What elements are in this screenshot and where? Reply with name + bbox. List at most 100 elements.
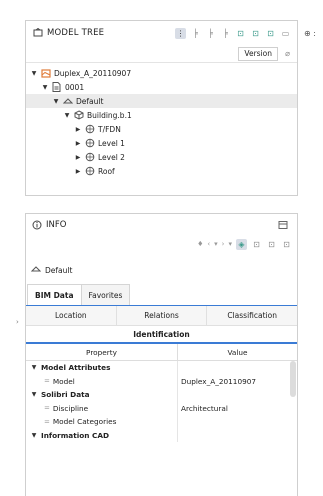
lock-closed-icon[interactable]: ⊡ — [265, 28, 276, 39]
chevron-right-icon[interactable]: ▶ — [74, 126, 82, 133]
document-icon — [51, 82, 62, 92]
tree-item[interactable]: ▶ Level 2 — [26, 150, 297, 164]
model-tree-title: MODEL TREE — [47, 28, 105, 38]
tree-item[interactable]: ▼ Duplex_A_20110907 — [26, 66, 297, 80]
sync-selection-icon[interactable]: ◈ — [236, 238, 247, 250]
sort-icon[interactable]: ♦ — [197, 240, 203, 248]
copy-icon[interactable]: ⊡ — [281, 239, 292, 250]
property-name: Model Attributes — [41, 363, 111, 373]
panel-resize-handle[interactable]: › — [16, 318, 19, 326]
info-navigation: ♦ ‹ ▾ › ▾ ◈ ⊡ ⊡ ⊡ — [26, 236, 297, 252]
property-table: Property Value ▼ Model Attributes = Model Du… — [26, 344, 297, 442]
collapse-icon[interactable] — [277, 220, 288, 231]
storey-icon — [84, 152, 95, 162]
breadcrumb-label: Default — [45, 265, 73, 275]
tree-item-label: Building.b.1 — [87, 110, 132, 120]
storey-icon — [84, 166, 95, 176]
scrollbar[interactable] — [290, 361, 296, 397]
property-icon: = — [44, 404, 50, 413]
tree-item[interactable]: ▶ Roof — [26, 164, 297, 178]
dropdown-icon[interactable]: ▾ — [214, 240, 218, 248]
table-header: Property Value — [26, 344, 297, 361]
property-cell: = Model — [26, 374, 178, 388]
tree-filter-icon[interactable]: ╞ — [220, 28, 231, 39]
site-icon — [62, 96, 73, 106]
layers-icon[interactable]: ⊡ — [235, 28, 246, 39]
chevron-down-icon[interactable]: ▼ — [52, 98, 60, 105]
header-property[interactable]: Property — [26, 344, 178, 360]
subtab-relations[interactable]: Relations — [117, 306, 208, 325]
property-name: Solibri Data — [41, 390, 90, 400]
tree-item[interactable]: ▼ Building.b.1 — [26, 108, 297, 122]
property-name: Information CAD — [41, 430, 110, 440]
tree-item-label: Level 2 — [98, 152, 125, 162]
table-row[interactable]: ▼ Information CAD — [26, 428, 297, 442]
storey-icon — [84, 124, 95, 134]
chevron-down-icon[interactable]: ▼ — [30, 391, 38, 398]
version-button[interactable]: Version — [238, 46, 278, 61]
dropdown-icon[interactable]: ▾ — [228, 240, 232, 248]
tab-favorites[interactable]: Favorites — [80, 284, 131, 305]
property-cell: = Discipline — [26, 401, 178, 415]
property-name: Discipline — [52, 403, 89, 413]
lock-icon[interactable]: ⊡ — [250, 28, 261, 39]
model-tree: ▼ Duplex_A_20110907 ▼ 0001 ▼ Default ▼ Building… — [26, 63, 297, 178]
site-icon — [30, 265, 42, 275]
tree-icon[interactable]: ╞ — [190, 28, 201, 39]
property-cell: ▼ Model Attributes — [26, 361, 178, 375]
tree-alt-icon[interactable]: ╞ — [205, 28, 216, 39]
chevron-down-icon[interactable]: ▼ — [30, 70, 38, 77]
tree-item[interactable]: ▶ Level 1 — [26, 136, 297, 150]
chevron-right-icon[interactable]: ▶ — [74, 140, 82, 147]
section-title: Identification — [26, 326, 297, 344]
breadcrumb: Default — [26, 260, 297, 280]
table-row[interactable]: ▼ Solibri Data — [26, 388, 297, 402]
tree-item-label: 0001 — [65, 82, 85, 92]
tree-item[interactable]: ▼ Default — [26, 94, 297, 108]
tree-item[interactable]: ▼ 0001 — [26, 80, 297, 94]
tab-bim-data[interactable]: BIM Data — [27, 284, 82, 305]
table-row[interactable]: = Discipline Architectural — [26, 401, 297, 415]
model-tree-panel: MODEL TREE ⋮ ╞ ╞ ╞ ⊡ ⊡ ⊡ ▭ Version ⌀ ▼ Duplex_A_… — [25, 20, 298, 196]
property-icon: = — [44, 417, 50, 426]
subtab-classification[interactable]: Classification — [207, 306, 297, 325]
subtab-location[interactable]: Location — [26, 306, 117, 325]
info-header: INFO — [26, 214, 297, 236]
header-value[interactable]: Value — [178, 348, 297, 357]
tree-item-label: Roof — [98, 166, 115, 176]
model-tree-icon — [32, 28, 43, 39]
chevron-right-icon[interactable]: ▶ — [74, 154, 82, 161]
model-icon — [40, 68, 51, 78]
tree-item-label: Duplex_A_20110907 — [54, 68, 132, 78]
property-cell: = Model Categories — [26, 415, 178, 429]
info-icon — [31, 220, 42, 231]
chevron-down-icon[interactable]: ▼ — [30, 364, 38, 371]
hierarchy-icon[interactable]: ⋮ — [175, 27, 186, 39]
property-cell: ▼ Information CAD — [26, 428, 178, 442]
table-row[interactable]: = Model Categories — [26, 415, 297, 429]
lock-icon[interactable]: ⊡ — [251, 239, 262, 250]
link-icon[interactable]: ⌀ — [282, 48, 293, 59]
model-tree-header: MODEL TREE ⋮ ╞ ╞ ╞ ⊡ ⊡ ⊡ ▭ — [26, 21, 297, 45]
table-row[interactable]: = Model Duplex_A_20110907 — [26, 374, 297, 388]
property-name: Model — [52, 376, 75, 386]
chevron-right-icon[interactable]: ▶ — [74, 168, 82, 175]
property-cell: ▼ Solibri Data — [26, 388, 178, 402]
property-value: Architectural — [181, 403, 228, 413]
lock-closed-icon[interactable]: ⊡ — [266, 239, 277, 250]
table-row[interactable]: ▼ Model Attributes — [26, 361, 297, 375]
tree-item-label: T/FDN — [98, 124, 121, 134]
forward-icon[interactable]: › — [222, 240, 225, 248]
tree-item-label: Level 1 — [98, 138, 125, 148]
tree-item-label: Default — [76, 96, 104, 106]
version-row: Version ⌀ — [26, 45, 297, 63]
side-toolbar-icon[interactable]: ⊕ : — [304, 29, 316, 38]
back-icon[interactable]: ‹ — [207, 240, 210, 248]
property-name: Model Categories — [52, 417, 117, 427]
chevron-down-icon[interactable]: ▼ — [63, 112, 71, 119]
info-subtabs: Location Relations Classification — [26, 306, 297, 326]
tree-item[interactable]: ▶ T/FDN — [26, 122, 297, 136]
collapse-icon[interactable]: ▭ — [280, 28, 291, 39]
chevron-down-icon[interactable]: ▼ — [41, 84, 49, 91]
chevron-down-icon[interactable]: ▼ — [30, 432, 38, 439]
